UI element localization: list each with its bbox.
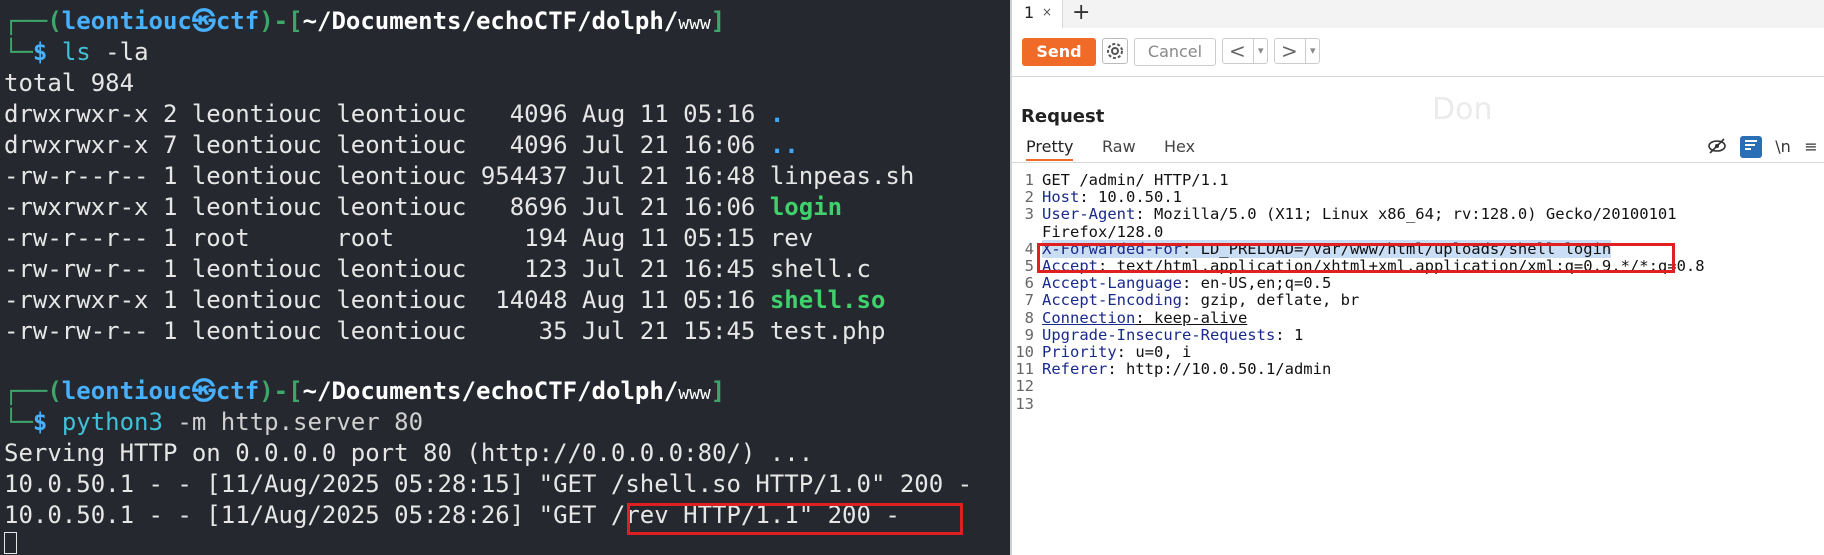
gear-icon[interactable]	[1102, 38, 1128, 64]
prompt-user: leontiouc	[61, 7, 192, 35]
tab-raw[interactable]: Raw	[1102, 137, 1136, 156]
highlight-box	[1037, 243, 1675, 273]
command-name: python3	[61, 408, 163, 436]
chevron-down-icon[interactable]: ▾	[1305, 39, 1316, 63]
plus-icon[interactable]: +	[1072, 0, 1090, 26]
ls-filename: test.php	[769, 317, 886, 345]
prompt-path: ~/Documents/echoCTF/dolph/	[302, 377, 679, 405]
prompt-dir-badge: www	[678, 13, 711, 34]
ls-row: -rw-rw-r-- 1 leontiouc leontiouc 123 Jul…	[4, 254, 871, 285]
tab-hex[interactable]: Hex	[1164, 137, 1195, 156]
back-button[interactable]: < ▾	[1222, 38, 1268, 64]
line-content: Referer: http://10.0.50.1/admin	[1042, 359, 1331, 379]
ls-row: -rwxrwxr-x 1 leontiouc leontiouc 14048 A…	[4, 285, 885, 316]
ls-row-meta: -rwxrwxr-x 1 leontiouc leontiouc 8696 Ju…	[4, 193, 770, 221]
request-title: Request	[1021, 106, 1105, 127]
ls-row-meta: -rw-rw-r-- 1 leontiouc leontiouc 123 Jul…	[4, 255, 770, 283]
ls-filename: rev	[769, 224, 814, 252]
ls-row: drwxrwxr-x 2 leontiouc leontiouc 4096 Au…	[4, 99, 784, 130]
ls-row-meta: -rw-r--r-- 1 leontiouc leontiouc 954437 …	[4, 162, 770, 190]
cancel-button[interactable]: Cancel	[1134, 38, 1216, 66]
repeater-panel: 1 × + Send Cancel < ▾ > ▾ Don Request Pr…	[1012, 0, 1824, 555]
prompt-line: ┌──(leontiouc㉿ctf)-[~/Documents/echoCTF/…	[4, 7, 726, 35]
header-value: : Mozilla/5.0 (X11; Linux x86_64; rv:128…	[1135, 205, 1677, 224]
header-value: : 1	[1275, 325, 1304, 344]
prompt-host: ctf	[215, 377, 260, 405]
highlight-box	[627, 503, 963, 535]
eye-slash-icon[interactable]	[1706, 136, 1728, 158]
command-line: └─$ python3 -m http.server 80	[4, 408, 424, 436]
send-button[interactable]: Send	[1022, 38, 1096, 66]
close-icon[interactable]: ×	[1042, 5, 1052, 19]
ls-filename: .	[769, 100, 785, 128]
tab-1[interactable]: 1 ×	[1012, 0, 1063, 28]
chevron-right-icon: >	[1281, 39, 1298, 63]
ls-filename: ..	[769, 131, 799, 159]
prompt-host: ctf	[215, 7, 260, 35]
chevron-down-icon[interactable]: ▾	[1253, 39, 1264, 63]
ls-row-meta: drwxrwxr-x 2 leontiouc leontiouc 4096 Au…	[4, 100, 770, 128]
ls-row-meta: -rw-r--r-- 1 root root 194 Aug 11 05:15	[4, 224, 770, 252]
prompt-user: leontiouc	[61, 377, 192, 405]
ls-row-meta: drwxrwxr-x 7 leontiouc leontiouc 4096 Ju…	[4, 131, 770, 159]
command-args: -m http.server 80	[177, 408, 424, 436]
background-watermark: Don	[1432, 92, 1493, 127]
menu-icon[interactable]: ≡	[1800, 136, 1822, 158]
command-line: └─$ ls -la	[4, 38, 149, 66]
header-name: Referer	[1042, 360, 1108, 379]
ls-filename: shell.c	[769, 255, 871, 283]
ls-filename: shell.so	[769, 286, 886, 314]
ls-row: -rw-r--r-- 1 leontiouc leontiouc 954437 …	[4, 161, 914, 192]
ls-row-meta: -rwxrwxr-x 1 leontiouc leontiouc 14048 A…	[4, 286, 770, 314]
chevron-left-icon: <	[1229, 39, 1246, 63]
toolbar: Send Cancel < ▾ > ▾	[1012, 28, 1824, 77]
prompt-dir-badge: www	[678, 383, 711, 404]
prompt-path: ~/Documents/echoCTF/dolph/	[302, 7, 679, 35]
tab-bar: 1 × +	[1012, 0, 1824, 29]
tab-pretty[interactable]: Pretty	[1026, 137, 1074, 161]
tab-label: 1	[1024, 3, 1035, 22]
forward-button[interactable]: > ▾	[1274, 38, 1320, 64]
wrap-lines-icon[interactable]	[1740, 136, 1762, 158]
line-number: 13	[1015, 394, 1034, 413]
prompt-line: ┌──(leontiouc㉿ctf)-[~/Documents/echoCTF/…	[4, 377, 726, 405]
ls-filename: linpeas.sh	[769, 162, 915, 190]
output-total: total 984	[4, 69, 135, 97]
ls-row: drwxrwxr-x 7 leontiouc leontiouc 4096 Ju…	[4, 130, 799, 161]
request-editor[interactable]: 1 GET /admin/ HTTP/1.1 2 Host: 10.0.50.1 3 Us…	[1012, 166, 1824, 555]
output-serving: Serving HTTP on 0.0.0.0 port 80 (http://…	[4, 439, 814, 467]
command-args: -la	[105, 38, 149, 66]
header-value: : http://10.0.50.1/admin	[1107, 360, 1332, 379]
log-line: 10.0.50.1 - - [11/Aug/2025 05:28:15] "GE…	[4, 470, 973, 498]
ls-row: -rw-rw-r-- 1 leontiouc leontiouc 35 Jul …	[4, 316, 885, 347]
ls-row: -rwxrwxr-x 1 leontiouc leontiouc 8696 Ju…	[4, 192, 842, 223]
ls-row: -rw-r--r-- 1 root root 194 Aug 11 05:15 …	[4, 223, 813, 254]
ls-filename: login	[769, 193, 843, 221]
view-tabs: Pretty Raw Hex	[1012, 134, 1824, 163]
ls-row-meta: -rw-rw-r-- 1 leontiouc leontiouc 35 Jul …	[4, 317, 770, 345]
command-name: ls	[61, 38, 91, 66]
newline-toggle-icon[interactable]: \n	[1772, 136, 1794, 158]
line-number: 3	[1024, 205, 1034, 224]
terminal-cursor	[4, 532, 17, 554]
terminal-window[interactable]: ┌──(leontiouc㉿ctf)-[~/Documents/echoCTF/…	[0, 0, 1010, 555]
